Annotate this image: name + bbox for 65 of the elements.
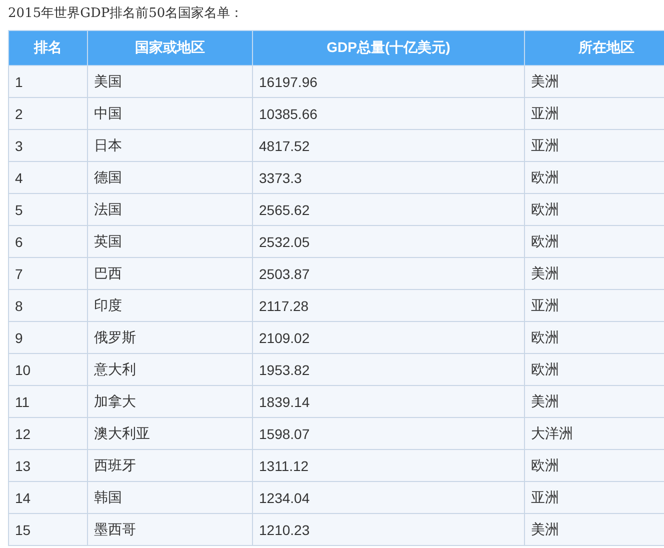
table-cell: 10385.66 bbox=[252, 98, 524, 130]
table-cell: 1234.04 bbox=[252, 482, 524, 514]
table-cell: 14 bbox=[8, 482, 88, 514]
table-cell: 欧洲 bbox=[524, 354, 664, 386]
table-cell: 1 bbox=[8, 66, 88, 98]
table-cell: 亚洲 bbox=[524, 98, 664, 130]
column-header: 所在地区 bbox=[524, 30, 664, 66]
table-cell: 8 bbox=[8, 290, 88, 322]
table-cell: 西班牙 bbox=[88, 450, 252, 482]
table-cell: 3 bbox=[8, 130, 88, 162]
table-cell: 2532.05 bbox=[252, 226, 524, 258]
table-cell: 2503.87 bbox=[252, 258, 524, 290]
table-cell: 3373.3 bbox=[252, 162, 524, 194]
table-cell: 9 bbox=[8, 322, 88, 354]
table-cell: 2 bbox=[8, 98, 88, 130]
table-cell: 俄罗斯 bbox=[88, 322, 252, 354]
table-cell: 美洲 bbox=[524, 66, 664, 98]
table-cell: 中国 bbox=[88, 98, 252, 130]
table-cell: 加拿大 bbox=[88, 386, 252, 418]
table-cell: 美洲 bbox=[524, 258, 664, 290]
table-cell: 7 bbox=[8, 258, 88, 290]
table-cell: 4 bbox=[8, 162, 88, 194]
table-cell: 美洲 bbox=[524, 386, 664, 418]
table-cell: 13 bbox=[8, 450, 88, 482]
table-cell: 亚洲 bbox=[524, 130, 664, 162]
table-cell: 美洲 bbox=[524, 514, 664, 546]
table-cell: 墨西哥 bbox=[88, 514, 252, 546]
table-cell: 亚洲 bbox=[524, 290, 664, 322]
table-cell: 美国 bbox=[88, 66, 252, 98]
table-cell: 10 bbox=[8, 354, 88, 386]
table-cell: 欧洲 bbox=[524, 450, 664, 482]
table-cell: 大洋洲 bbox=[524, 418, 664, 450]
table-cell: 澳大利亚 bbox=[88, 418, 252, 450]
table-cell: 德国 bbox=[88, 162, 252, 194]
table-cell: 6 bbox=[8, 226, 88, 258]
table-cell: 1839.14 bbox=[252, 386, 524, 418]
table-cell: 日本 bbox=[88, 130, 252, 162]
table-cell: 1953.82 bbox=[252, 354, 524, 386]
column-header: 排名 bbox=[8, 30, 88, 66]
table-cell: 亚洲 bbox=[524, 482, 664, 514]
table-cell: 12 bbox=[8, 418, 88, 450]
table-cell: 意大利 bbox=[88, 354, 252, 386]
table-cell: 欧洲 bbox=[524, 194, 664, 226]
table-cell: 2109.02 bbox=[252, 322, 524, 354]
table-cell: 欧洲 bbox=[524, 226, 664, 258]
table-cell: 欧洲 bbox=[524, 322, 664, 354]
table-cell: 法国 bbox=[88, 194, 252, 226]
column-header: GDP总量(十亿美元) bbox=[252, 30, 524, 66]
table-cell: 韩国 bbox=[88, 482, 252, 514]
table-cell: 1311.12 bbox=[252, 450, 524, 482]
table-cell: 印度 bbox=[88, 290, 252, 322]
table-cell: 1598.07 bbox=[252, 418, 524, 450]
table-cell: 4817.52 bbox=[252, 130, 524, 162]
table-cell: 2117.28 bbox=[252, 290, 524, 322]
column-header: 国家或地区 bbox=[88, 30, 252, 66]
table-cell: 5 bbox=[8, 194, 88, 226]
table-cell: 欧洲 bbox=[524, 162, 664, 194]
table-cell: 16197.96 bbox=[252, 66, 524, 98]
table-cell: 1210.23 bbox=[252, 514, 524, 546]
table-cell: 巴西 bbox=[88, 258, 252, 290]
page-title: 2015年世界GDP排名前50名国家名单： bbox=[7, 5, 244, 23]
table-cell: 英国 bbox=[88, 226, 252, 258]
table-cell: 2565.62 bbox=[252, 194, 524, 226]
table-cell: 15 bbox=[8, 514, 88, 546]
table-cell: 11 bbox=[8, 386, 88, 418]
